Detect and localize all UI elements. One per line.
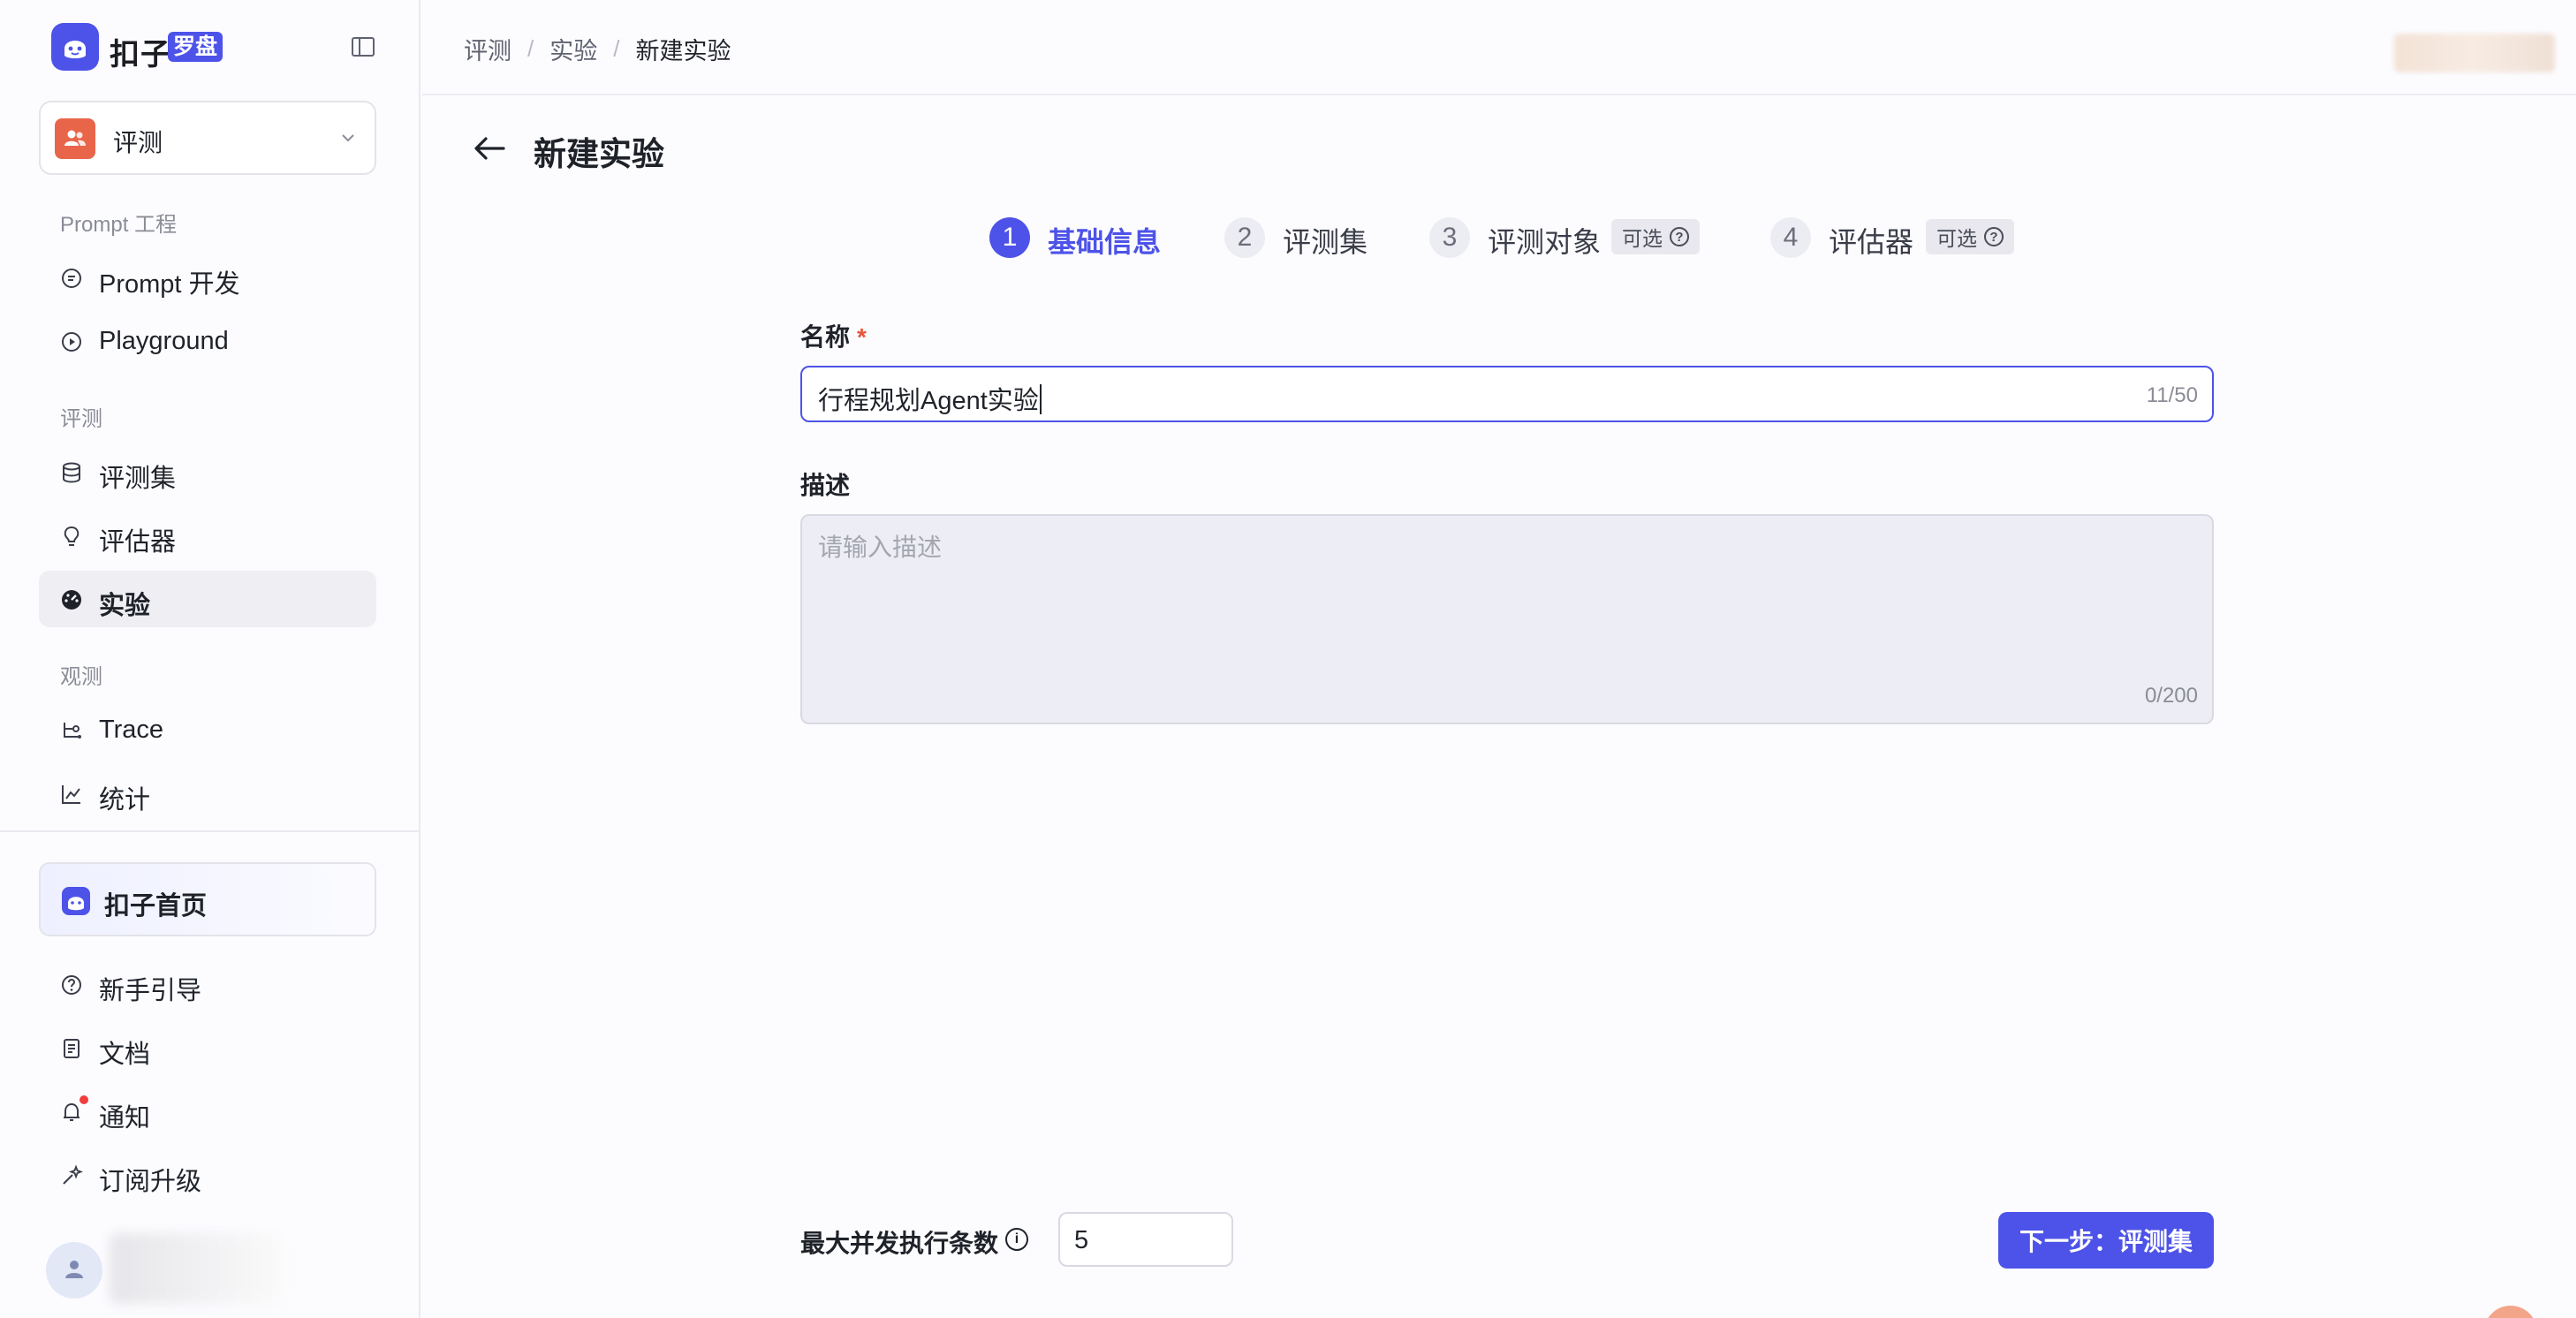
database-icon bbox=[63, 462, 80, 483]
optional-badge: 可选 ? bbox=[1611, 219, 1700, 254]
sidebar-item-label: Playground bbox=[99, 327, 229, 355]
sidebar-item-label: 文档 bbox=[99, 1041, 151, 1069]
sidebar-collapse-icon[interactable] bbox=[350, 34, 376, 60]
sidebar: 扣子 罗盘 评测 Prompt 工程 Prompt 开发 Playground … bbox=[0, 0, 420, 1318]
user-name-redacted bbox=[110, 1233, 283, 1304]
next-step-button[interactable]: 下一步：评测集 bbox=[1998, 1212, 2214, 1269]
coze-home-label: 扣子首页 bbox=[104, 892, 208, 920]
breadcrumb-separator: / bbox=[527, 35, 534, 62]
name-label-text: 名称 bbox=[800, 323, 851, 351]
logo-badge: 罗盘 bbox=[168, 32, 224, 62]
breadcrumb-item-experiment[interactable]: 实验 bbox=[549, 32, 597, 66]
gauge-icon bbox=[62, 590, 81, 610]
help-icon[interactable]: ? bbox=[1670, 227, 1689, 246]
sidebar-item-label: 新手引导 bbox=[99, 977, 202, 1005]
floating-help-bubble[interactable] bbox=[2484, 1306, 2537, 1318]
desc-char-count: 0/200 bbox=[2144, 684, 2198, 708]
user-icon bbox=[65, 1261, 83, 1278]
logo-mascot-icon bbox=[51, 23, 99, 71]
concurrency-label: 最大并发执行条数 bbox=[800, 1230, 999, 1257]
sidebar-item-experiment[interactable]: 实验 bbox=[39, 571, 376, 627]
coze-home-link[interactable]: 扣子首页 bbox=[39, 862, 376, 936]
name-field-label: 名称 * bbox=[800, 318, 867, 353]
step-indicator: 1 基础信息 2 评测集 3 评测对象 可选 ? 4 评估器 可选 ? bbox=[989, 216, 2032, 260]
sidebar-item-eval-set[interactable]: 评测集 bbox=[39, 443, 376, 500]
breadcrumb-item-eval[interactable]: 评测 bbox=[464, 32, 511, 66]
step-number: 2 bbox=[1224, 217, 1265, 258]
breadcrumb-item-current: 新建实验 bbox=[635, 38, 731, 64]
sidebar-item-notifications[interactable]: 通知 bbox=[39, 1083, 376, 1140]
sidebar-divider bbox=[0, 830, 419, 832]
app-logo[interactable]: 扣子 罗盘 bbox=[51, 23, 378, 72]
notification-dot bbox=[80, 1095, 88, 1104]
optional-text: 可选 bbox=[1622, 227, 1663, 250]
sidebar-item-docs[interactable]: 文档 bbox=[39, 1019, 376, 1076]
step-number: 3 bbox=[1429, 217, 1470, 258]
sidebar-item-evaluator[interactable]: 评估器 bbox=[39, 507, 376, 564]
space-name: 评测 bbox=[113, 129, 163, 156]
logo-text: 扣子 bbox=[110, 38, 171, 72]
sidebar-item-trace[interactable]: Trace bbox=[39, 701, 376, 758]
user-avatar[interactable] bbox=[46, 1242, 102, 1299]
page-title: 新建实验 bbox=[534, 136, 664, 172]
required-mark: * bbox=[857, 323, 867, 351]
bell-icon bbox=[64, 1102, 80, 1121]
optional-badge: 可选 ? bbox=[1926, 219, 2014, 254]
desc-field-label: 描述 bbox=[800, 472, 851, 499]
back-arrow-icon[interactable] bbox=[472, 134, 507, 163]
name-input[interactable]: 行程规划Agent实验 11/50 bbox=[800, 366, 2214, 422]
sidebar-item-label: 评测集 bbox=[99, 465, 177, 493]
nav-group-prompt: Prompt 工程 bbox=[60, 213, 178, 237]
chat-bubble-icon bbox=[62, 269, 81, 288]
sidebar-item-label: Trace bbox=[99, 716, 164, 744]
space-avatar bbox=[55, 118, 95, 159]
breadcrumb: 评测 / 实验 / 新建实验 bbox=[464, 32, 731, 66]
chart-icon bbox=[62, 785, 80, 804]
step-label: 评测集 bbox=[1283, 226, 1368, 258]
coze-logo-icon bbox=[62, 887, 90, 915]
form-footer: 最大并发执行条数 i 5 下一步：评测集 bbox=[800, 1210, 2214, 1269]
nav-group-observe: 观测 bbox=[60, 665, 102, 689]
sidebar-item-stats[interactable]: 统计 bbox=[39, 765, 376, 822]
info-icon[interactable]: i bbox=[1005, 1228, 1028, 1251]
sidebar-item-label: 评估器 bbox=[99, 528, 177, 557]
step-label: 评测对象 bbox=[1488, 226, 1602, 258]
name-input-value: 行程规划Agent实验 bbox=[818, 380, 1042, 417]
bulb-icon bbox=[64, 526, 80, 546]
help-icon[interactable]: ? bbox=[1984, 227, 2004, 246]
space-selector[interactable]: 评测 bbox=[39, 101, 376, 175]
text-caret bbox=[1039, 384, 1042, 414]
description-textarea[interactable]: 请输入描述 0/200 bbox=[800, 514, 2214, 724]
help-circle-icon bbox=[62, 975, 81, 995]
sparkle-icon bbox=[63, 1164, 83, 1185]
sidebar-item-guide[interactable]: 新手引导 bbox=[39, 956, 376, 1012]
step-number: 4 bbox=[1770, 217, 1811, 258]
sidebar-item-prompt-dev[interactable]: Prompt 开发 bbox=[39, 249, 376, 306]
play-circle-icon bbox=[62, 332, 81, 352]
step-number: 1 bbox=[989, 217, 1030, 258]
sidebar-item-label: 通知 bbox=[99, 1104, 151, 1132]
nav-group-eval: 评测 bbox=[60, 407, 102, 431]
sidebar-item-upgrade[interactable]: 订阅升级 bbox=[39, 1147, 376, 1203]
optional-text: 可选 bbox=[1936, 227, 1977, 250]
header-account-redacted bbox=[2394, 34, 2555, 72]
sidebar-item-label: Prompt 开发 bbox=[99, 270, 240, 299]
sidebar-item-label: 实验 bbox=[99, 592, 151, 620]
document-icon bbox=[64, 1039, 80, 1058]
description-placeholder: 请输入描述 bbox=[818, 534, 943, 561]
sidebar-item-label: 统计 bbox=[99, 786, 151, 814]
step-label: 评估器 bbox=[1829, 226, 1914, 258]
concurrency-input[interactable]: 5 bbox=[1058, 1212, 1233, 1267]
top-header: 评测 / 实验 / 新建实验 bbox=[422, 0, 2576, 95]
step-label: 基础信息 bbox=[1048, 226, 1162, 258]
concurrency-value: 5 bbox=[1074, 1226, 1089, 1254]
name-value-text: 行程规划Agent实验 bbox=[818, 387, 1039, 415]
name-char-count: 11/50 bbox=[2146, 383, 2198, 407]
sidebar-item-playground[interactable]: Playground bbox=[39, 313, 376, 369]
sidebar-item-label: 订阅升级 bbox=[99, 1168, 202, 1196]
breadcrumb-separator: / bbox=[613, 35, 620, 62]
chevron-down-icon bbox=[342, 134, 354, 142]
trace-icon bbox=[64, 723, 81, 739]
